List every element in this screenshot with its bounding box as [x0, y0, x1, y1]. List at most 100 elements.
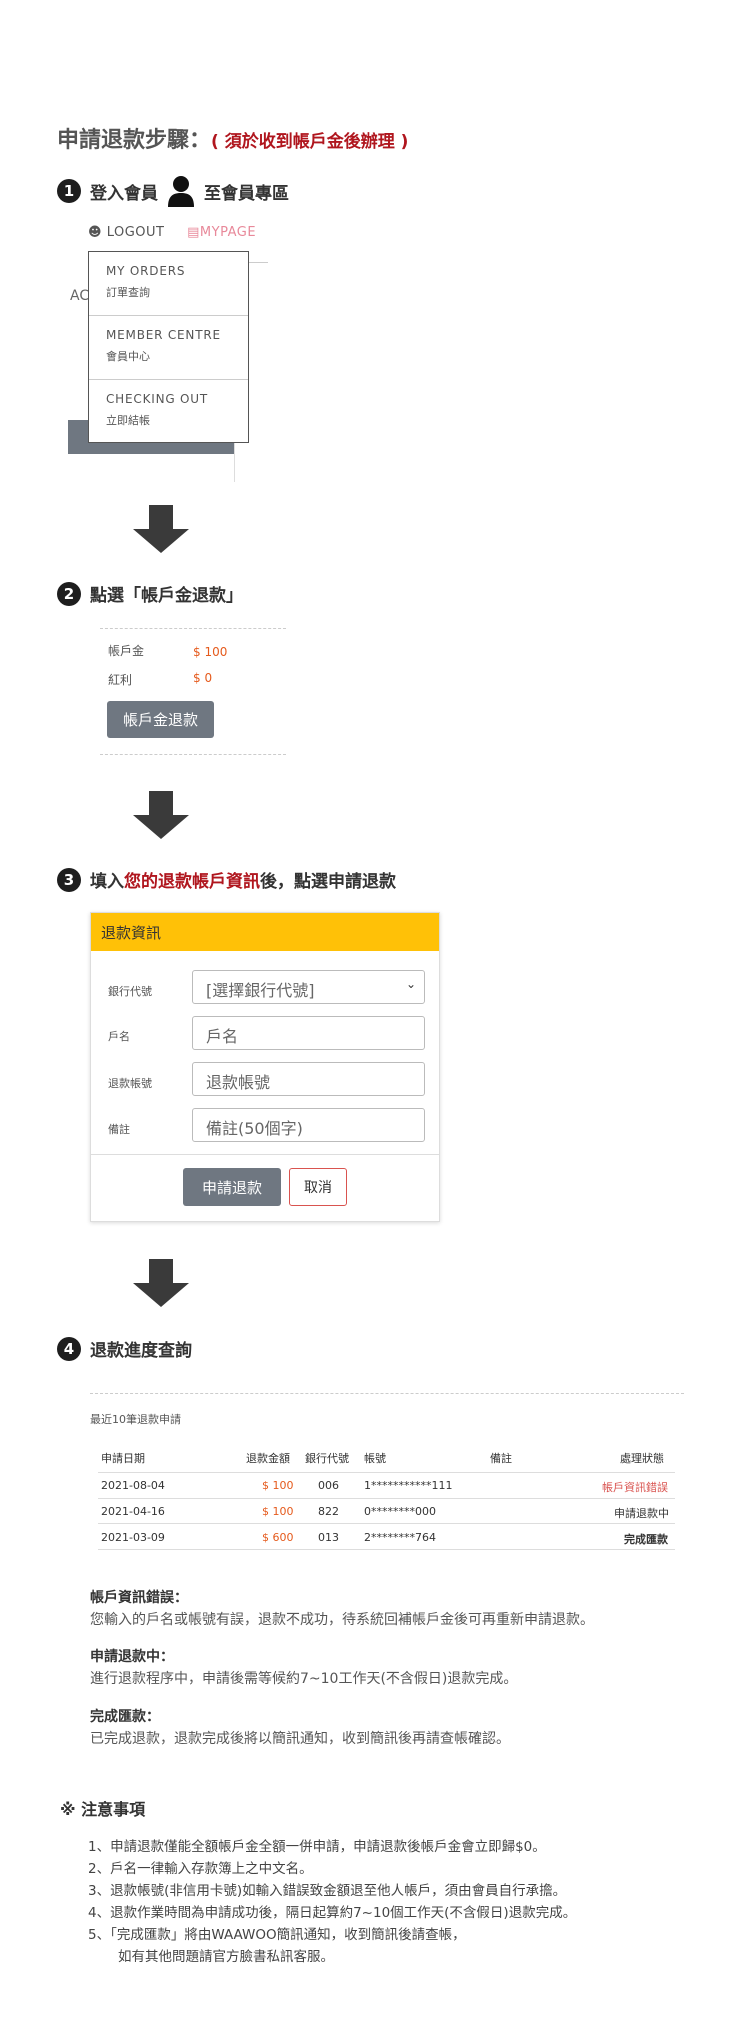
menu-item-en: CHECKING OUT	[106, 392, 209, 406]
memo-label: 備註	[108, 1123, 130, 1136]
cancel-button[interactable]: 取消	[289, 1168, 347, 1206]
step4-label: 退款進度查詢	[90, 1341, 192, 1361]
legend-text-processing: 進行退款程序中，申請後需等候約7~10工作天(不含假日)退款完成。	[90, 1671, 518, 1687]
col-status: 處理狀態	[620, 1452, 664, 1465]
step1-number: 1	[57, 179, 81, 203]
chevron-down-icon: ⌄	[405, 977, 416, 991]
memo-input[interactable]: 備註(50個字)	[192, 1108, 425, 1142]
menu-item-my-orders[interactable]: MY ORDERS 訂單查詢	[89, 252, 248, 316]
menu-item-member-centre[interactable]: MEMBER CENTRE 會員中心	[89, 316, 248, 380]
cell-account: 0********000	[364, 1505, 436, 1518]
legend-title-complete: 完成匯款：	[90, 1709, 160, 1725]
cell-date: 2021-03-09	[101, 1531, 165, 1544]
step3-label-b: 您的退款帳戶資訊	[124, 872, 260, 892]
col-date: 申請日期	[101, 1452, 145, 1465]
down-arrow-icon	[133, 791, 189, 839]
refund-account-label: 退款帳號	[108, 1077, 152, 1090]
submit-refund-button[interactable]: 申請退款	[183, 1168, 281, 1206]
cell-bank: 006	[318, 1479, 339, 1492]
legend-text-error: 您輸入的戶名或帳號有誤，退款不成功，待系統回補帳戶金後可再重新申請退款。	[90, 1612, 594, 1628]
user-outline-icon: ☻	[88, 225, 103, 240]
cell-status: 完成匯款	[624, 1533, 668, 1546]
down-arrow-icon	[133, 505, 189, 553]
cell-account: 2********764	[364, 1531, 436, 1544]
menu-item-en: MY ORDERS	[106, 264, 186, 278]
bank-code-select[interactable]: [選擇銀行代號] ⌄	[192, 970, 425, 1004]
cell-status: 帳戶資訊錯誤	[602, 1481, 668, 1494]
menu-item-en: MEMBER CENTRE	[106, 328, 221, 342]
note-item: 如有其他問題請官方臉書私訊客服。	[118, 1949, 334, 1965]
member-nav: ☻ LOGOUT ▤MYPAGE	[88, 225, 256, 240]
refund-account-input[interactable]: 退款帳號	[192, 1062, 425, 1096]
legend-title-processing: 申請退款中：	[90, 1649, 174, 1665]
legend-text-complete: 已完成退款，退款完成後將以簡訊通知，收到簡訊後再請查帳確認。	[90, 1731, 510, 1747]
step3-heading: 3 填入 您的退款帳戶資訊 後，點選申請退款	[57, 867, 396, 892]
cell-status: 申請退款中	[614, 1507, 669, 1520]
account-text-fragment: AC	[70, 288, 90, 304]
logout-link[interactable]: LOGOUT	[107, 225, 165, 240]
step2-heading: 2 點選「帳戶金退款」	[57, 581, 243, 606]
step1-heading: 1 登入會員 至會員專區	[57, 175, 289, 207]
form-divider	[91, 1154, 439, 1155]
account-name-label: 戶名	[108, 1030, 130, 1043]
balance-value: $ 100	[193, 645, 228, 659]
step4-number: 4	[57, 1336, 81, 1361]
note-item: 4、退款作業時間為申請成功後，隔日起算約7~10個工作天(不含假日)退款完成。	[88, 1905, 577, 1921]
table-row-divider	[98, 1472, 675, 1473]
legend-title-error: 帳戶資訊錯誤：	[90, 1590, 188, 1606]
dashed-divider	[90, 1393, 684, 1394]
step3-label-a: 填入	[90, 872, 124, 892]
col-account: 帳號	[364, 1452, 386, 1465]
menu-item-checking-out[interactable]: CHECKING OUT 立即結帳	[89, 380, 248, 444]
dashed-divider	[100, 754, 286, 755]
step1-label-after: 至會員專區	[204, 183, 289, 204]
table-row-divider	[98, 1549, 675, 1550]
cell-amount: $ 100	[262, 1505, 294, 1518]
recent-refunds-caption: 最近10筆退款申請	[90, 1413, 181, 1426]
table-row-divider	[98, 1523, 675, 1524]
bank-code-selected: [選擇銀行代號]	[206, 981, 315, 1000]
down-arrow-icon	[133, 1259, 189, 1307]
step4-heading: 4 退款進度查詢	[57, 1336, 192, 1361]
step3-label-c: 後，點選申請退款	[260, 872, 396, 892]
account-refund-button[interactable]: 帳戶金退款	[107, 701, 214, 738]
refund-form-card: 退款資訊 銀行代號 [選擇銀行代號] ⌄ 戶名 戶名 退款帳號 退款帳號 備註 …	[90, 912, 440, 1222]
cell-amount: $ 600	[262, 1531, 294, 1544]
mypage-link[interactable]: ▤MYPAGE	[187, 225, 256, 240]
note-item: 5、「完成匯款」將由WAAWOO簡訊通知，收到簡訊後請查帳，	[88, 1927, 466, 1943]
note-item: 3、退款帳號(非信用卡號)如輸入錯誤致金額退至他人帳戶，須由會員自行承擔。	[88, 1883, 567, 1899]
cell-date: 2021-08-04	[101, 1479, 165, 1492]
col-amount: 退款金額	[246, 1452, 290, 1465]
account-name-input[interactable]: 戶名	[192, 1016, 425, 1050]
note-item: 1、申請退款僅能全額帳戶金全額一併申請，申請退款後帳戶金會立即歸$0。	[88, 1839, 546, 1855]
cell-amount: $ 100	[262, 1479, 294, 1492]
notes-title: ※ 注意事項	[60, 1800, 146, 1819]
cell-date: 2021-04-16	[101, 1505, 165, 1518]
menu-item-zh: 會員中心	[106, 350, 150, 363]
cell-bank: 822	[318, 1505, 339, 1518]
mypage-label: MYPAGE	[199, 225, 257, 240]
step2-label: 點選「帳戶金退款」	[90, 586, 243, 606]
step1-label-before: 登入會員	[90, 183, 158, 204]
dashed-divider	[100, 628, 286, 629]
note-item: 2、戶名一律輸入存款簿上之中文名。	[88, 1861, 313, 1877]
page-title-text: 申請退款步驟：	[57, 128, 212, 153]
bonus-label: 紅利	[108, 673, 133, 687]
menu-item-zh: 立即結帳	[106, 414, 150, 427]
col-bank: 銀行代號	[305, 1452, 349, 1465]
cell-bank: 013	[318, 1531, 339, 1544]
cell-account: 1***********111	[364, 1479, 453, 1492]
mypage-dropdown-menu: MY ORDERS 訂單查詢 MEMBER CENTRE 會員中心 CHECKI…	[88, 251, 249, 443]
refund-form-header: 退款資訊	[91, 913, 439, 951]
step3-number: 3	[57, 867, 81, 892]
page-title-note: ( 須於收到帳戶金後辦理 )	[211, 132, 409, 152]
page-icon: ▤	[187, 225, 200, 240]
balance-label: 帳戶金	[108, 644, 145, 658]
bank-code-label: 銀行代號	[108, 985, 152, 998]
step2-number: 2	[57, 581, 81, 606]
page-title: 申請退款步驟：( 須於收到帳戶金後辦理 )	[57, 122, 408, 154]
menu-item-zh: 訂單查詢	[106, 286, 150, 299]
user-icon	[168, 176, 194, 207]
col-memo: 備註	[490, 1452, 512, 1465]
bonus-value: $ 0	[193, 671, 213, 685]
